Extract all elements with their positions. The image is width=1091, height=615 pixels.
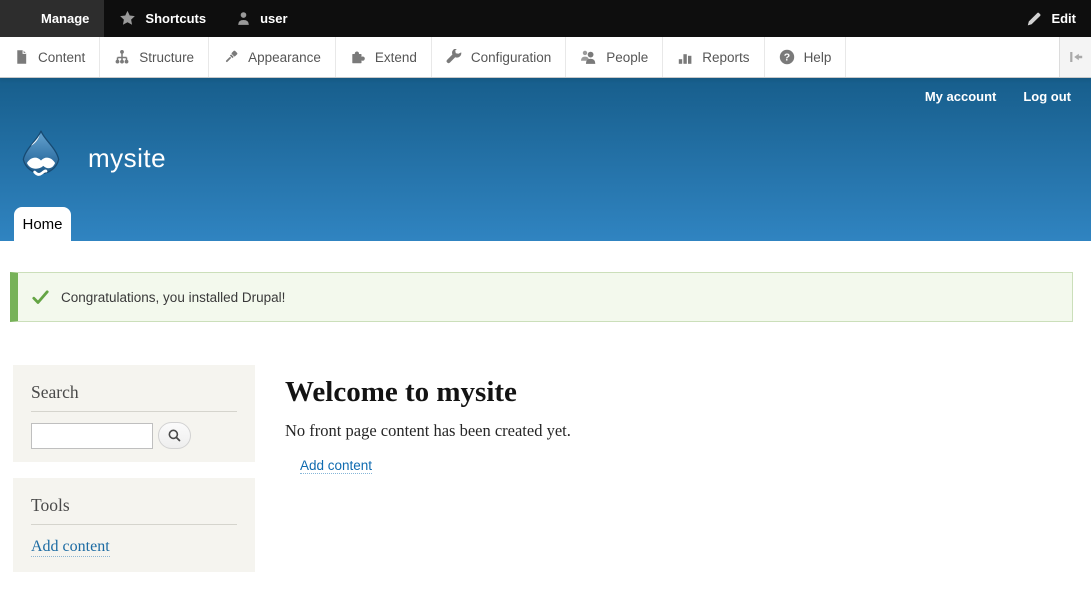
tray-item-people[interactable]: People (566, 37, 663, 77)
tray-item-configuration[interactable]: Configuration (432, 37, 566, 77)
tab-home-label: Home (22, 216, 62, 233)
tab-home[interactable]: Home (14, 207, 71, 241)
tray-item-structure[interactable]: Structure (100, 37, 209, 77)
toolbar-tab-user[interactable]: user (221, 0, 302, 37)
edit-button-label: Edit (1051, 11, 1076, 26)
tray-item-reports-label: Reports (702, 50, 749, 65)
tray-item-extend-label: Extend (375, 50, 417, 65)
search-form (31, 422, 237, 449)
tray-item-help[interactable]: ? Help (765, 37, 847, 77)
tray-item-reports[interactable]: Reports (663, 37, 764, 77)
my-account-link[interactable]: My account (925, 89, 997, 104)
toolbar-tab-shortcuts[interactable]: Shortcuts (104, 0, 221, 37)
site-branding: mysite (12, 129, 166, 187)
status-message-text: Congratulations, you installed Drupal! (61, 290, 285, 305)
tray-item-content-label: Content (38, 50, 85, 65)
people-icon (580, 49, 597, 65)
tray-item-appearance[interactable]: Appearance (209, 37, 336, 77)
wrench-icon (446, 49, 462, 65)
tray-item-configuration-label: Configuration (471, 50, 551, 65)
search-input[interactable] (31, 423, 153, 449)
site-header: My account Log out (0, 78, 1091, 241)
toolbar-spacer (303, 0, 1012, 37)
search-submit-button[interactable] (158, 422, 191, 449)
drupal-page: Manage Shortcuts user Edit Co (0, 0, 1091, 615)
collapse-left-icon (1068, 49, 1084, 65)
checkmark-icon (32, 290, 49, 305)
search-block-title: Search (31, 382, 237, 412)
tools-block: Tools Add content (13, 478, 255, 572)
admin-tray: Content Structure Appearance Extend Conf… (0, 37, 1091, 78)
tray-item-appearance-label: Appearance (248, 50, 321, 65)
tools-block-title: Tools (31, 495, 237, 525)
tray-collapse-button[interactable] (1059, 37, 1091, 77)
tray-item-extend[interactable]: Extend (336, 37, 432, 77)
paintbrush-icon (223, 49, 239, 65)
svg-text:?: ? (783, 52, 789, 64)
toolbar-tab-user-label: user (260, 11, 287, 26)
bar-chart-icon (677, 49, 693, 65)
toolbar-tab-manage[interactable]: Manage (0, 0, 104, 37)
status-message: Congratulations, you installed Drupal! (10, 272, 1073, 322)
question-icon: ? (779, 49, 795, 65)
add-content-link[interactable]: Add content (300, 458, 372, 474)
site-name[interactable]: mysite (88, 143, 166, 174)
main-content: Welcome to mysite No front page content … (285, 377, 905, 475)
search-icon (167, 428, 182, 443)
tray-item-structure-label: Structure (139, 50, 194, 65)
hamburger-icon (15, 11, 32, 26)
drupal-logo[interactable] (12, 129, 70, 187)
search-block: Search (13, 365, 255, 462)
person-icon (236, 11, 251, 26)
log-out-link[interactable]: Log out (1023, 89, 1071, 104)
star-icon (119, 10, 136, 27)
no-content-text: No front page content has been created y… (285, 421, 905, 441)
secondary-menu: My account Log out (925, 89, 1071, 104)
pencil-icon (1026, 11, 1042, 27)
file-icon (14, 49, 29, 65)
sitemap-icon (114, 49, 130, 65)
edit-button[interactable]: Edit (1011, 0, 1091, 37)
tray-item-content[interactable]: Content (0, 37, 100, 77)
toolbar-tab-shortcuts-label: Shortcuts (145, 11, 206, 26)
page-title: Welcome to mysite (285, 377, 905, 409)
toolbar-tab-manage-label: Manage (41, 11, 89, 26)
tray-item-people-label: People (606, 50, 648, 65)
tray-item-help-label: Help (804, 50, 832, 65)
tools-add-content-link[interactable]: Add content (31, 538, 110, 557)
puzzle-icon (350, 49, 366, 65)
admin-toolbar: Manage Shortcuts user Edit (0, 0, 1091, 37)
